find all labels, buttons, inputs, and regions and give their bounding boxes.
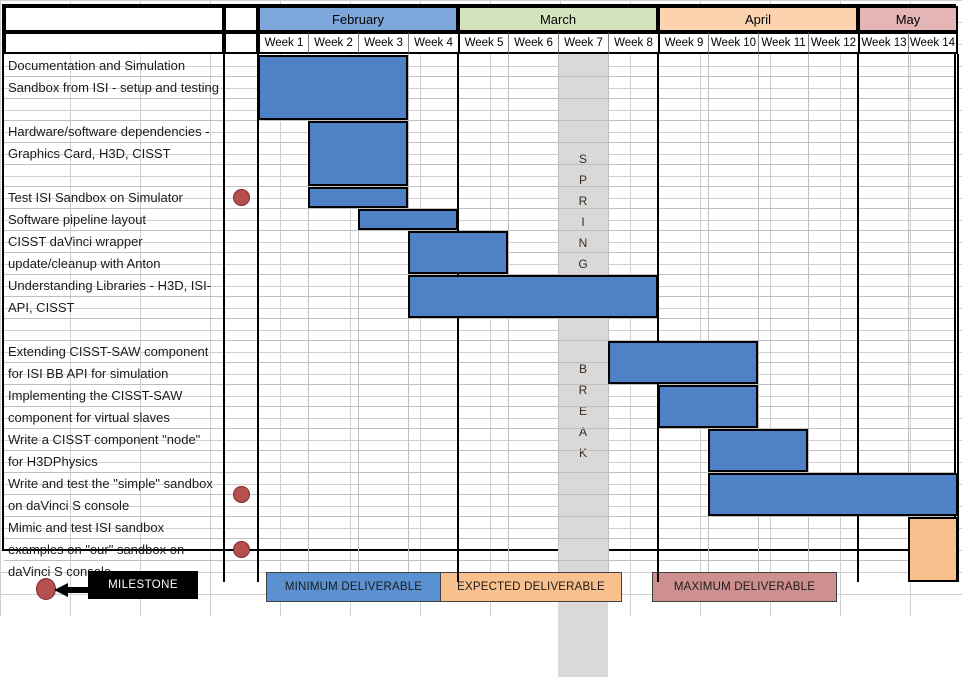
spring-break-letter: G [578, 256, 588, 271]
week-header-4: Week 4 [408, 32, 458, 54]
week-header-14: Week 14 [908, 32, 958, 54]
task-label: Understanding Libraries - H3D, ISI-API, … [8, 278, 212, 315]
spring-break-letter: N [578, 235, 588, 250]
gantt-bar [358, 209, 458, 230]
task-label: Test ISI Sandbox on Simulator [8, 190, 183, 205]
gantt-bar [308, 121, 408, 186]
week-header-label: Week 4 [414, 37, 453, 49]
week-header-label: Week 10 [710, 37, 757, 49]
month-header-label: April [744, 11, 771, 27]
month-header-february: February [258, 6, 458, 32]
week-header-10: Week 10 [708, 32, 758, 54]
month-header-label: March [539, 11, 577, 27]
legend: MILESTONE MINIMUM DELIVERABLE EXPECTED DE… [0, 566, 962, 616]
spring-break-letter: A [578, 424, 587, 439]
legend-item-expected-deliverable: EXPECTED DELIVERABLE [440, 572, 622, 602]
legend-milestone-label: MILESTONE [108, 579, 178, 591]
row-separator [4, 318, 954, 319]
task-label: Implementing the CISST-SAW component for… [8, 388, 183, 425]
milestone-marker [232, 485, 250, 503]
week-header-label: Week 13 [861, 37, 907, 49]
gantt-chart: February March April May Week 1 Week 2 Week 3… [0, 0, 962, 677]
week-header-label: Week 9 [664, 37, 704, 49]
milestone-marker [232, 540, 250, 558]
gantt-grid: February March April May Week 1 Week 2 Week 3… [2, 4, 959, 677]
week-header-label: Week 11 [761, 37, 806, 49]
month-header-march: March [458, 6, 658, 32]
week-boundary-line [558, 54, 559, 582]
legend-item-maximum-deliverable: MAXIMUM DELIVERABLE [652, 572, 837, 602]
month-header-row: February March April May [4, 6, 958, 32]
gantt-bar [658, 385, 758, 428]
spring-break-letter: E [578, 403, 587, 418]
task-label: Documentation and Simulation Sandbox fro… [8, 58, 220, 95]
gantt-body: S P R I N G B R E A K Documentation and Simulation … [4, 54, 959, 677]
month-boundary-line [457, 54, 459, 582]
month-header-label: February [331, 11, 385, 27]
task-label: CISST daVinci wrapper update/cleanup wit… [8, 234, 161, 271]
week-header-1: Week 1 [258, 32, 308, 54]
gantt-bar [708, 429, 808, 472]
gantt-bar [408, 275, 658, 318]
legend-item-minimum-deliverable: MINIMUM DELIVERABLE [266, 572, 441, 602]
week-header-11: Week 11 [758, 32, 808, 54]
label-column-divider [223, 54, 225, 582]
week-header-label: Week 5 [464, 37, 504, 49]
spring-break-letter: R [578, 382, 588, 397]
gantt-bar [258, 55, 408, 120]
week-header-row: Week 1 Week 2 Week 3 Week 4 Week 5 Week 6 Week… [4, 32, 958, 54]
week-header-6: Week 6 [508, 32, 558, 54]
milestone-column-divider [257, 54, 259, 582]
week-header-label: Week 2 [314, 37, 353, 49]
month-header-label: May [895, 11, 921, 27]
month-boundary-line [657, 54, 659, 582]
legend-item-label: EXPECTED DELIVERABLE [457, 581, 605, 593]
spring-break-letter: P [578, 172, 587, 187]
week-header-12: Week 12 [808, 32, 858, 54]
week-header-label: Week 7 [564, 37, 603, 49]
task-label: Write a CISST component "node" for H3DPh… [8, 432, 201, 469]
milestone-marker [232, 188, 250, 206]
week-header-8: Week 8 [608, 32, 658, 54]
week-header-9: Week 9 [658, 32, 708, 54]
week-header-label: Week 6 [514, 37, 553, 49]
task-label: Write and test the "simple" sandbox on d… [8, 476, 213, 513]
week-header-label: Week 12 [810, 37, 857, 49]
week-header-label: Week 1 [264, 37, 304, 49]
week-boundary-line [408, 54, 409, 582]
legend-milestone-chip: MILESTONE [88, 571, 198, 599]
month-header-may: May [858, 6, 958, 32]
gantt-bar [408, 231, 508, 274]
legend-item-label: MINIMUM DELIVERABLE [284, 581, 423, 593]
month-header-april: April [658, 6, 858, 32]
spring-break-letter: S [578, 151, 587, 166]
gantt-bar [908, 517, 958, 582]
gantt-bar [708, 473, 958, 516]
task-label: Hardware/software dependencies - Graphic… [8, 124, 210, 161]
task-label: Software pipeline layout [8, 212, 147, 227]
week-header-label: Week 3 [364, 37, 403, 49]
legend-item-label: MAXIMUM DELIVERABLE [673, 581, 816, 593]
week-boundary-line [608, 54, 609, 582]
legend-milestone-icon [36, 578, 56, 600]
spring-break-letter: K [578, 445, 587, 460]
task-label: Extending CISST-SAW component for ISI BB… [8, 344, 209, 381]
week-header-7: Week 7 [558, 32, 608, 54]
week-header-5: Week 5 [458, 32, 508, 54]
week-header-label: Week 8 [614, 37, 653, 49]
week-header-label: Week 14 [909, 37, 956, 49]
week-header-13: Week 13 [858, 32, 908, 54]
gantt-bar [308, 187, 408, 208]
week-header-2: Week 2 [308, 32, 358, 54]
gantt-bar [608, 341, 758, 384]
week-header-3: Week 3 [358, 32, 408, 54]
week-boundary-line [508, 54, 509, 582]
